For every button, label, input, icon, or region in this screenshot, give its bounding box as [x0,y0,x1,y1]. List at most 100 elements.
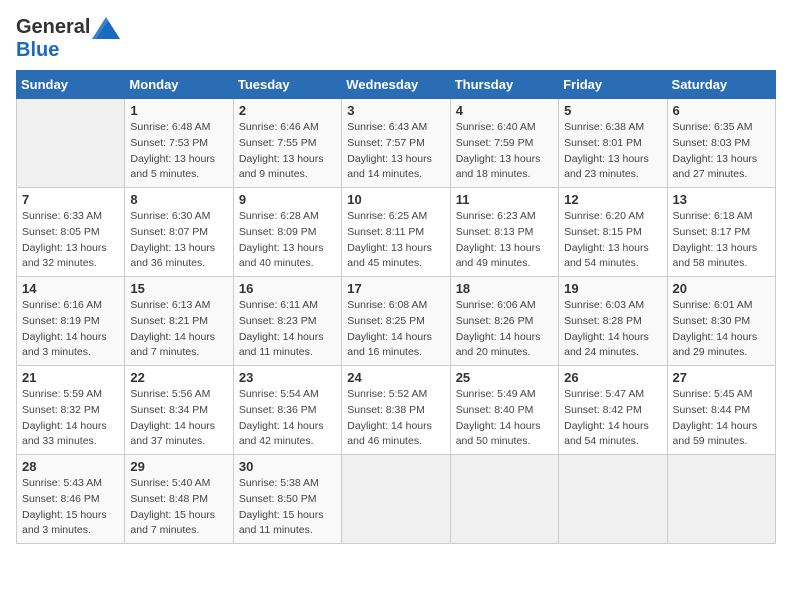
calendar-cell: 1 Sunrise: 6:48 AMSunset: 7:53 PMDaylight… [125,99,233,188]
day-header-friday: Friday [559,71,667,99]
day-info: Sunrise: 6:03 AMSunset: 8:28 PMDaylight:… [564,298,661,361]
day-info: Sunrise: 6:01 AMSunset: 8:30 PMDaylight:… [673,298,770,361]
calendar-cell: 4 Sunrise: 6:40 AMSunset: 7:59 PMDaylight… [450,99,558,188]
day-number: 7 [22,192,119,207]
calendar-cell: 7 Sunrise: 6:33 AMSunset: 8:05 PMDaylight… [17,188,125,277]
calendar-week-1: 1 Sunrise: 6:48 AMSunset: 7:53 PMDaylight… [17,99,776,188]
calendar-week-2: 7 Sunrise: 6:33 AMSunset: 8:05 PMDaylight… [17,188,776,277]
calendar-cell: 27 Sunrise: 5:45 AMSunset: 8:44 PMDayligh… [667,366,775,455]
day-number: 13 [673,192,770,207]
calendar-week-4: 21 Sunrise: 5:59 AMSunset: 8:32 PMDayligh… [17,366,776,455]
day-info: Sunrise: 6:28 AMSunset: 8:09 PMDaylight:… [239,209,336,272]
day-number: 9 [239,192,336,207]
day-info: Sunrise: 5:56 AMSunset: 8:34 PMDaylight:… [130,387,227,450]
day-info: Sunrise: 6:16 AMSunset: 8:19 PMDaylight:… [22,298,119,361]
day-info: Sunrise: 6:48 AMSunset: 7:53 PMDaylight:… [130,120,227,183]
calendar-cell [450,455,558,544]
calendar-cell: 17 Sunrise: 6:08 AMSunset: 8:25 PMDayligh… [342,277,450,366]
calendar-cell: 14 Sunrise: 6:16 AMSunset: 8:19 PMDayligh… [17,277,125,366]
day-number: 17 [347,281,444,296]
day-info: Sunrise: 6:23 AMSunset: 8:13 PMDaylight:… [456,209,553,272]
calendar-cell: 5 Sunrise: 6:38 AMSunset: 8:01 PMDaylight… [559,99,667,188]
day-number: 10 [347,192,444,207]
day-number: 8 [130,192,227,207]
calendar-cell [559,455,667,544]
day-number: 30 [239,459,336,474]
day-number: 12 [564,192,661,207]
day-info: Sunrise: 6:11 AMSunset: 8:23 PMDaylight:… [239,298,336,361]
day-header-wednesday: Wednesday [342,71,450,99]
calendar-cell [667,455,775,544]
day-header-monday: Monday [125,71,233,99]
day-info: Sunrise: 6:08 AMSunset: 8:25 PMDaylight:… [347,298,444,361]
calendar-cell: 3 Sunrise: 6:43 AMSunset: 7:57 PMDaylight… [342,99,450,188]
day-info: Sunrise: 6:40 AMSunset: 7:59 PMDaylight:… [456,120,553,183]
day-number: 24 [347,370,444,385]
day-info: Sunrise: 6:20 AMSunset: 8:15 PMDaylight:… [564,209,661,272]
day-info: Sunrise: 5:59 AMSunset: 8:32 PMDaylight:… [22,387,119,450]
calendar-cell: 25 Sunrise: 5:49 AMSunset: 8:40 PMDayligh… [450,366,558,455]
day-info: Sunrise: 6:46 AMSunset: 7:55 PMDaylight:… [239,120,336,183]
day-info: Sunrise: 6:18 AMSunset: 8:17 PMDaylight:… [673,209,770,272]
calendar-cell: 6Sunrise: 6:35 AMSunset: 8:03 PMDaylight… [667,99,775,188]
day-header-sunday: Sunday [17,71,125,99]
day-number: 29 [130,459,227,474]
day-number: 25 [456,370,553,385]
calendar-cell: 10 Sunrise: 6:25 AMSunset: 8:11 PMDayligh… [342,188,450,277]
day-info: Sunrise: 6:38 AMSunset: 8:01 PMDaylight:… [564,120,661,183]
calendar-cell: 23Sunrise: 5:54 AMSunset: 8:36 PMDayligh… [233,366,341,455]
day-info: Sunrise: 6:06 AMSunset: 8:26 PMDaylight:… [456,298,553,361]
day-header-saturday: Saturday [667,71,775,99]
day-number: 27 [673,370,770,385]
day-number: 21 [22,370,119,385]
logo: General Blue [16,16,120,62]
day-info: Sunrise: 5:45 AMSunset: 8:44 PMDaylight:… [673,387,770,450]
calendar-cell: 19Sunrise: 6:03 AMSunset: 8:28 PMDayligh… [559,277,667,366]
calendar-cell: 11 Sunrise: 6:23 AMSunset: 8:13 PMDayligh… [450,188,558,277]
day-info: Sunrise: 6:25 AMSunset: 8:11 PMDaylight:… [347,209,444,272]
day-number: 28 [22,459,119,474]
logo-icon [92,17,120,39]
calendar-cell: 30 Sunrise: 5:38 AMSunset: 8:50 PMDayligh… [233,455,341,544]
calendar-cell: 13 Sunrise: 6:18 AMSunset: 8:17 PMDayligh… [667,188,775,277]
day-info: Sunrise: 6:43 AMSunset: 7:57 PMDaylight:… [347,120,444,183]
day-info: Sunrise: 5:38 AMSunset: 8:50 PMDaylight:… [239,476,336,539]
day-info: Sunrise: 5:47 AMSunset: 8:42 PMDaylight:… [564,387,661,450]
calendar-cell: 26 Sunrise: 5:47 AMSunset: 8:42 PMDayligh… [559,366,667,455]
day-number: 6 [673,103,770,118]
day-number: 5 [564,103,661,118]
day-number: 4 [456,103,553,118]
page-header: General Blue [16,16,776,62]
day-info: Sunrise: 6:30 AMSunset: 8:07 PMDaylight:… [130,209,227,272]
day-number: 11 [456,192,553,207]
logo-blue-text: Blue [16,39,59,61]
calendar-cell: 20Sunrise: 6:01 AMSunset: 8:30 PMDayligh… [667,277,775,366]
day-number: 26 [564,370,661,385]
day-number: 18 [456,281,553,296]
day-info: Sunrise: 5:49 AMSunset: 8:40 PMDaylight:… [456,387,553,450]
calendar-cell: 9 Sunrise: 6:28 AMSunset: 8:09 PMDaylight… [233,188,341,277]
calendar-cell: 12 Sunrise: 6:20 AMSunset: 8:15 PMDayligh… [559,188,667,277]
calendar-cell: 24Sunrise: 5:52 AMSunset: 8:38 PMDayligh… [342,366,450,455]
calendar-cell: 8 Sunrise: 6:30 AMSunset: 8:07 PMDaylight… [125,188,233,277]
day-number: 2 [239,103,336,118]
day-header-tuesday: Tuesday [233,71,341,99]
day-number: 22 [130,370,227,385]
calendar-cell: 28Sunrise: 5:43 AMSunset: 8:46 PMDayligh… [17,455,125,544]
day-number: 15 [130,281,227,296]
calendar-cell: 18 Sunrise: 6:06 AMSunset: 8:26 PMDayligh… [450,277,558,366]
calendar-cell: 21 Sunrise: 5:59 AMSunset: 8:32 PMDayligh… [17,366,125,455]
calendar-cell [342,455,450,544]
day-info: Sunrise: 5:54 AMSunset: 8:36 PMDaylight:… [239,387,336,450]
day-number: 3 [347,103,444,118]
day-info: Sunrise: 5:40 AMSunset: 8:48 PMDaylight:… [130,476,227,539]
day-number: 14 [22,281,119,296]
day-info: Sunrise: 6:13 AMSunset: 8:21 PMDaylight:… [130,298,227,361]
logo-general-text: General [16,16,90,39]
calendar-cell: 29 Sunrise: 5:40 AMSunset: 8:48 PMDayligh… [125,455,233,544]
day-number: 1 [130,103,227,118]
calendar-table: SundayMondayTuesdayWednesdayThursdayFrid… [16,70,776,544]
day-info: Sunrise: 6:33 AMSunset: 8:05 PMDaylight:… [22,209,119,272]
calendar-cell: 22 Sunrise: 5:56 AMSunset: 8:34 PMDayligh… [125,366,233,455]
calendar-cell: 2 Sunrise: 6:46 AMSunset: 7:55 PMDaylight… [233,99,341,188]
